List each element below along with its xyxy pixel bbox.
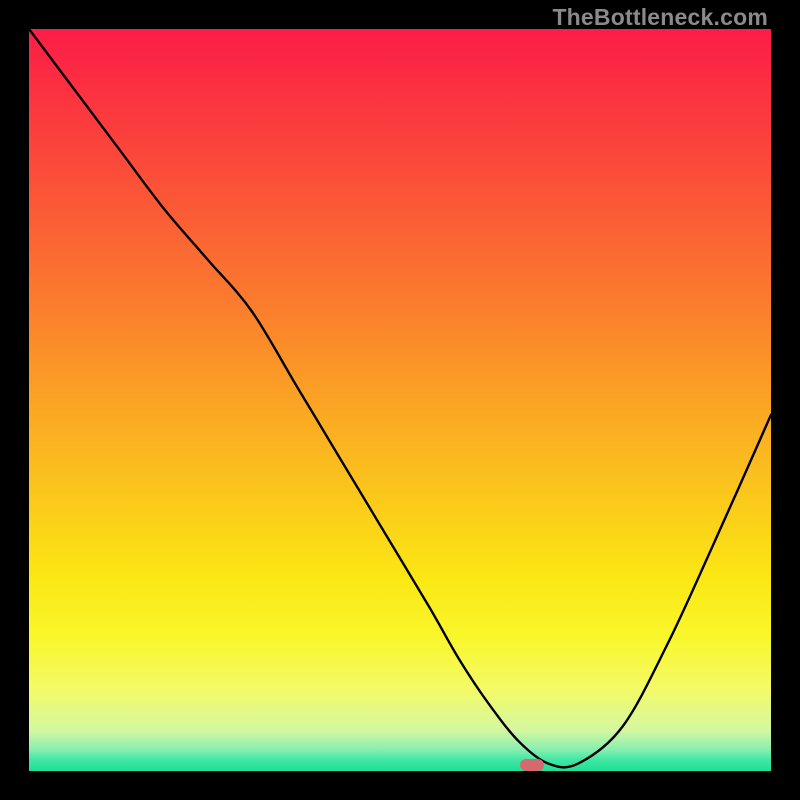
- bottleneck-curve: [29, 29, 771, 771]
- optimal-point-marker: [520, 759, 544, 771]
- plot-area: [29, 29, 771, 771]
- watermark-text: TheBottleneck.com: [552, 4, 768, 31]
